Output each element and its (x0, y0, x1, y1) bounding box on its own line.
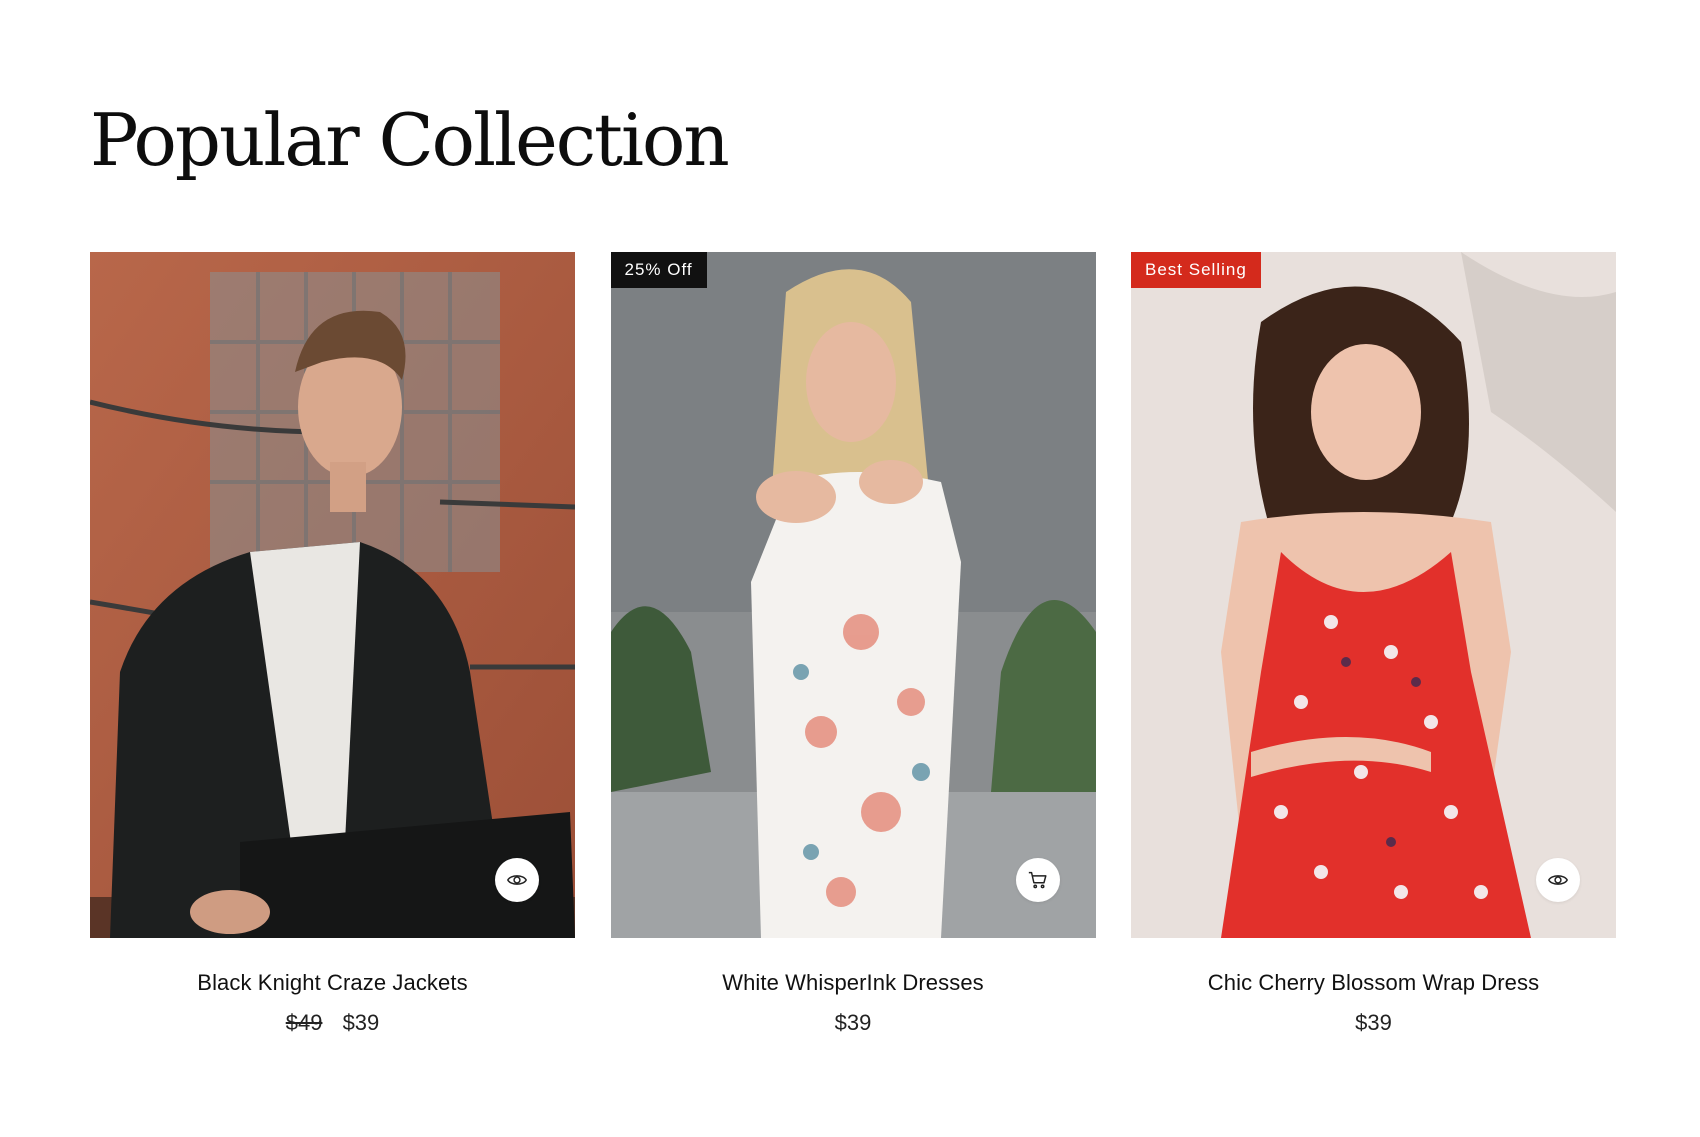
eye-icon (1548, 875, 1568, 885)
section-title: Popular Collection (90, 98, 730, 182)
discount-badge: 25% Off (610, 252, 707, 288)
product-image-wrapper[interactable]: 25% Off (610, 252, 1096, 938)
add-to-cart-button[interactable] (1015, 858, 1060, 902)
product-image-wrapper[interactable] (90, 252, 575, 938)
product-image-white-dress[interactable] (610, 252, 1096, 938)
product-title[interactable]: Black Knight Craze Jackets (90, 970, 575, 996)
product-image-wrapper[interactable]: Best Selling (1131, 252, 1616, 938)
product-image-red-dress[interactable] (1131, 252, 1616, 938)
quick-view-button[interactable] (495, 858, 539, 902)
cart-icon (1028, 871, 1047, 889)
product-grid: Black Knight Craze Jackets $49 $39 25% O… (90, 252, 1616, 1036)
product-image-black-jacket[interactable] (90, 252, 575, 938)
product-price: $39 (1355, 1010, 1392, 1035)
product-price-group: $49 $39 (90, 1010, 575, 1036)
best-selling-badge: Best Selling (1131, 252, 1261, 288)
popular-collection-section: Popular Collection Black Knight Craze Ja… (0, 0, 1700, 1137)
product-title[interactable]: White WhisperInk Dresses (611, 970, 1096, 996)
product-price: $39 (342, 1010, 380, 1035)
product-price-group: $39 (611, 1010, 1096, 1036)
product-card[interactable]: Best Selling Chic Cherry Blossom Wrap Dr… (1131, 252, 1616, 1036)
product-price-group: $39 (1131, 1010, 1616, 1036)
eye-icon (507, 875, 527, 885)
product-old-price: $49 (285, 1010, 323, 1035)
product-card[interactable]: Black Knight Craze Jackets $49 $39 (90, 252, 575, 1036)
quick-view-button[interactable] (1536, 858, 1580, 902)
product-title[interactable]: Chic Cherry Blossom Wrap Dress (1131, 970, 1616, 996)
product-price: $39 (834, 1010, 872, 1035)
product-card[interactable]: 25% Off White WhisperInk Dresses $39 (610, 252, 1096, 1036)
